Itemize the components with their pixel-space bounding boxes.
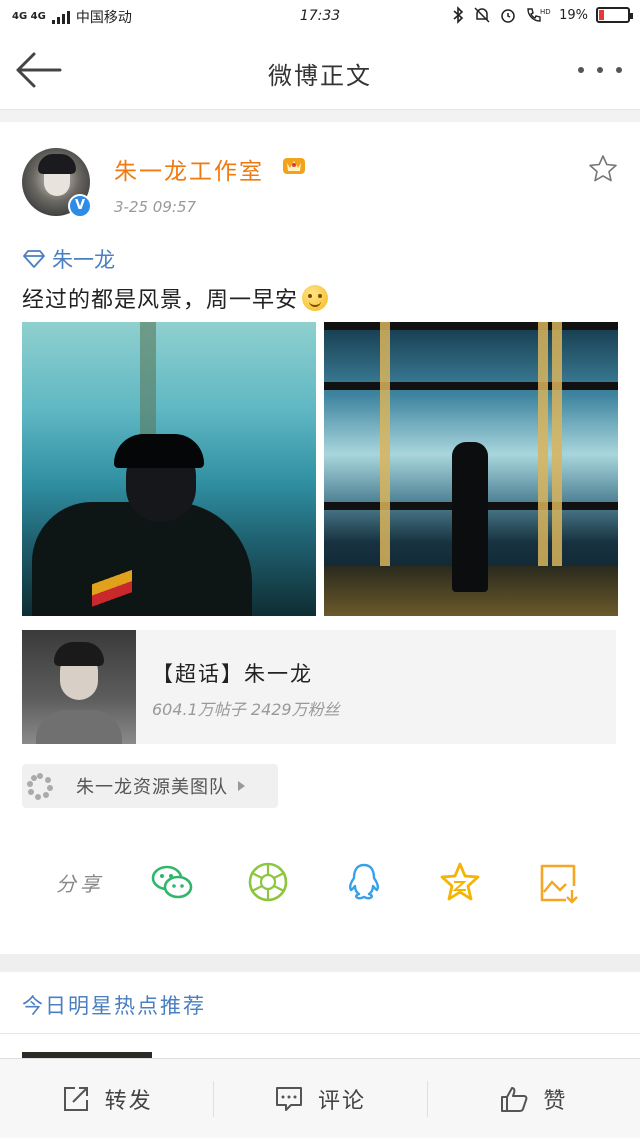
verified-badge-icon: V [68,194,92,218]
share-label: 分享 [56,872,104,896]
post-image-1[interactable] [22,322,316,616]
recommend-title: 今日明星热点推荐 [22,994,206,1018]
alarm-icon [501,9,515,23]
star-outline-icon[interactable] [588,154,618,184]
vip-crown-icon[interactable] [282,154,306,176]
hd-call-icon: HD [527,8,551,22]
comment-label: 评论 [317,1088,366,1114]
post-image-2[interactable] [324,322,618,616]
diamond-icon [23,250,45,268]
source-chip[interactable]: 朱一龙资源美图队 [22,764,278,808]
post-text: 经过的都是风景，周一早安 [22,282,329,314]
source-chip-label: 朱一龙资源美图队 [76,777,228,798]
like-button[interactable]: 赞 [426,1059,640,1138]
topic-card-title: 【超话】朱一龙 [152,662,313,686]
topic-link[interactable]: 朱一龙 [22,244,115,274]
moments-icon[interactable] [246,860,290,904]
bluetooth-icon [453,6,464,24]
status-right: HD 19% [451,6,633,24]
smile-emoji-icon [302,285,329,311]
topic-thumbnail [22,630,136,744]
share-row: 分享 [0,856,640,906]
repost-button[interactable]: 转发 [0,1059,213,1138]
recommend-list-peek [0,1034,640,1058]
post-time: 3-25 09:57 [114,198,197,216]
repost-label: 转发 [104,1088,153,1114]
super-topic-card[interactable]: 【超话】朱一龙 604.1万帖子 2429万粉丝 [22,630,616,744]
chevron-right-icon [238,781,245,791]
wechat-icon[interactable] [150,860,194,904]
like-label: 赞 [543,1088,568,1114]
page-title: 微博正文 [268,62,372,90]
favorite-star-icon[interactable] [438,860,482,904]
save-image-icon[interactable] [536,860,580,904]
topic-label: 朱一龙 [52,248,115,272]
comment-button[interactable]: 评论 [213,1059,426,1138]
status-bar: 4G 4G 中国移动 17:33 HD 19% [0,0,640,32]
thumbs-up-icon [501,1086,528,1112]
loading-dots-icon [22,764,58,808]
more-dots-icon[interactable] [578,62,622,78]
qq-icon[interactable] [342,860,386,904]
battery-icon [596,7,633,23]
post-text-content: 经过的都是风景，周一早安 [22,288,299,313]
section-divider [0,954,640,972]
nav-bar: 微博正文 [0,32,640,110]
author-name[interactable]: 朱一龙工作室 [114,152,264,186]
bottom-action-bar: 转发 评论 赞 [0,1058,640,1138]
post-card: V 朱一龙工作室 3-25 09:57 朱一龙 经过的都是风景，周一早安 【超话… [0,122,640,954]
battery-percent: 19% [559,7,588,23]
recommend-header[interactable]: 今日明星热点推荐 [0,972,640,1034]
topic-card-meta: 604.1万帖子 2429万粉丝 [152,700,340,719]
repost-icon [63,1086,88,1111]
svg-text:HD: HD [540,8,551,16]
mute-bell-icon [474,7,490,23]
comment-icon [275,1086,302,1111]
